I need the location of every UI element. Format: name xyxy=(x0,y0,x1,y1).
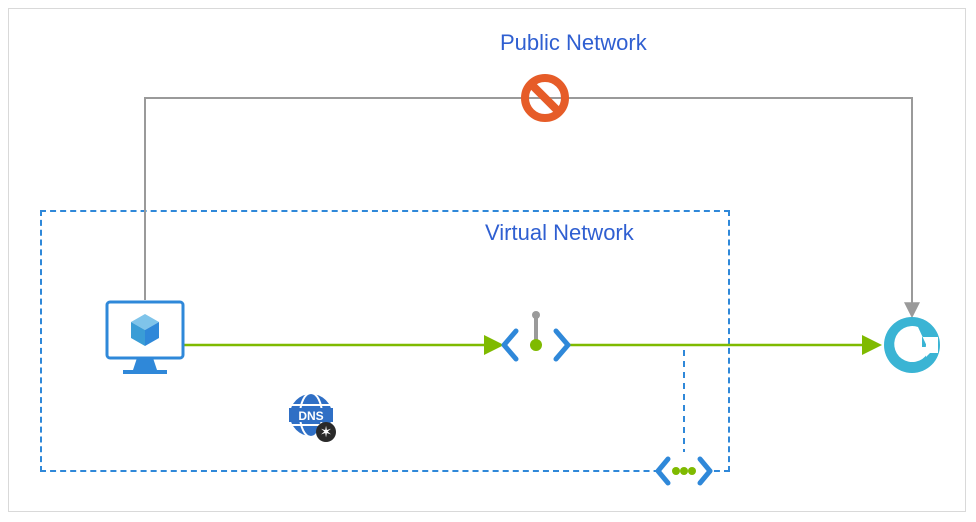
public-network-label: Public Network xyxy=(500,30,647,56)
virtual-network-label: Virtual Network xyxy=(485,220,634,246)
virtual-network-boundary xyxy=(40,210,730,472)
